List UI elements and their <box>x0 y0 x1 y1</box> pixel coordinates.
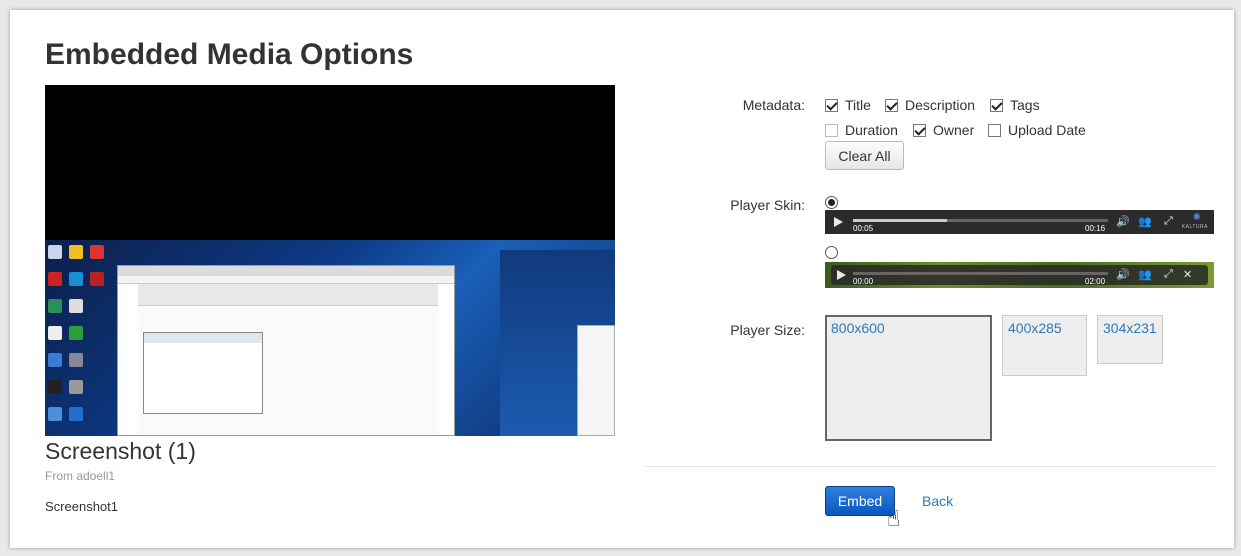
desktop-icon <box>48 326 62 340</box>
kaltura-brand: KALTURA <box>1181 224 1208 230</box>
size-option-800x600[interactable]: 800x600 <box>825 315 992 441</box>
desktop-icon <box>90 245 104 259</box>
checkbox-unchecked-icon[interactable] <box>988 123 1001 137</box>
embed-options-dialog: Embedded Media Options Screenshot (1) Fr… <box>10 10 1234 548</box>
desktop-icon <box>48 272 62 286</box>
metadata-title-checkbox[interactable]: Title <box>825 96 871 114</box>
metadata-owner-checkbox[interactable]: Owner <box>913 121 974 139</box>
back-link[interactable]: Back <box>922 493 953 509</box>
metadata-upload-date-checkbox[interactable]: Upload Date <box>988 121 1086 139</box>
desktop-icon <box>48 353 62 367</box>
share-icon: ✕ <box>1183 269 1193 281</box>
related-users-icon: 👥 <box>1138 269 1152 281</box>
media-description: Screenshot1 <box>45 499 118 514</box>
checkbox-checked-icon[interactable] <box>913 123 926 137</box>
metadata-tags-checkbox[interactable]: Tags <box>990 96 1040 114</box>
player-skin-2-preview[interactable]: 00:00 02:00 🔊 👥 ⤢ ✕ <box>825 262 1214 288</box>
desktop-icon <box>48 380 62 394</box>
media-title: Screenshot (1) <box>45 438 196 464</box>
fullscreen-icon: ⤢ <box>1164 215 1173 227</box>
desktop-icon <box>69 326 83 340</box>
editor-toolbar <box>138 284 438 306</box>
divider <box>645 466 1215 467</box>
desktop-icon <box>90 272 104 286</box>
embed-button[interactable]: Embed <box>825 486 895 516</box>
checkbox-disabled-icon <box>825 123 838 137</box>
clear-all-button[interactable]: Clear All <box>825 141 904 170</box>
browser-window <box>117 265 455 436</box>
scrubber-track <box>853 219 1108 222</box>
media-preview-image <box>45 85 615 436</box>
desktop-icon <box>69 380 83 394</box>
checkbox-checked-icon[interactable] <box>885 98 898 112</box>
media-owner: From adoell1 <box>45 469 116 483</box>
metadata-description-checkbox[interactable]: Description <box>885 96 975 114</box>
play-icon <box>834 217 843 227</box>
skin-1-radio[interactable] <box>825 196 838 209</box>
player-skin-1-preview[interactable]: 00:05 00:16 🔊 👥 ⤢ ✺ KALTURA <box>825 210 1214 234</box>
play-icon <box>837 270 846 280</box>
desktop-icon <box>69 245 83 259</box>
hand-pointer-cursor-icon: ☝ <box>887 506 901 531</box>
checkbox-checked-icon[interactable] <box>990 98 1003 112</box>
related-users-icon: 👥 <box>1138 216 1152 228</box>
installer-dialog <box>577 325 615 436</box>
browser-content <box>138 284 438 434</box>
desktop-icon <box>48 407 62 421</box>
scrubber-progress <box>853 219 948 222</box>
duration-time: 02:00 <box>1085 277 1106 286</box>
volume-icon: 🔊 <box>1116 269 1130 281</box>
current-time: 00:05 <box>853 224 874 233</box>
desktop-icon <box>48 299 62 313</box>
desktop-icon <box>69 353 83 367</box>
metadata-duration-checkbox: Duration <box>825 121 898 139</box>
scrubber-track <box>853 272 1108 275</box>
desktop-icon <box>69 272 83 286</box>
size-option-400x285[interactable]: 400x285 <box>1002 315 1087 376</box>
page-title: Embedded Media Options <box>45 38 414 71</box>
player-size-label: Player Size: <box>730 322 805 338</box>
size-option-304x231[interactable]: 304x231 <box>1097 315 1163 364</box>
kaltura-logo-icon: ✺ <box>1192 212 1201 223</box>
desktop-icon <box>69 299 83 313</box>
skin-2-radio[interactable] <box>825 246 838 259</box>
checkbox-checked-icon[interactable] <box>825 98 838 112</box>
fullscreen-icon: ⤢ <box>1164 268 1173 280</box>
desktop-icon <box>69 407 83 421</box>
browser-tabs <box>118 266 454 276</box>
metadata-label: Metadata: <box>742 97 805 113</box>
volume-icon: 🔊 <box>1116 216 1130 228</box>
setup-dialog <box>143 332 263 414</box>
browser-address-bar <box>118 276 454 284</box>
desktop-icon <box>48 245 62 259</box>
current-time: 00:00 <box>853 277 874 286</box>
player-skin-label: Player Skin: <box>730 197 805 213</box>
duration-time: 00:16 <box>1085 224 1106 233</box>
